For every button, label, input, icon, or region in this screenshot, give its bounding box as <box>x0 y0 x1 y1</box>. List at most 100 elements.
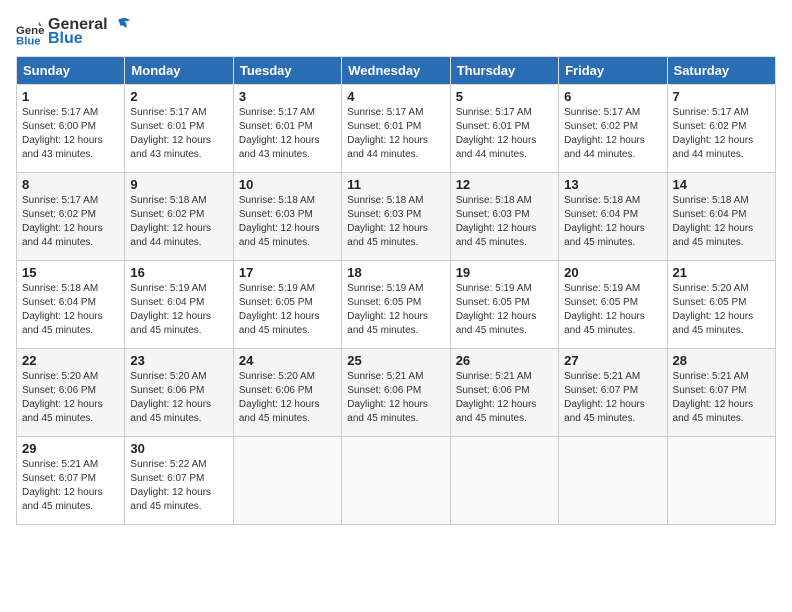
calendar-cell: 27 Sunrise: 5:21 AM Sunset: 6:07 PM Dayli… <box>559 349 667 437</box>
week-row-3: 15 Sunrise: 5:18 AM Sunset: 6:04 PM Dayli… <box>17 261 776 349</box>
weekday-header-tuesday: Tuesday <box>233 57 341 85</box>
cell-info: Sunrise: 5:17 AM Sunset: 6:02 PM Dayligh… <box>673 106 770 162</box>
cell-info: Sunrise: 5:17 AM Sunset: 6:02 PM Dayligh… <box>564 106 661 162</box>
calendar-cell <box>667 437 775 525</box>
cell-info: Sunrise: 5:21 AM Sunset: 6:07 PM Dayligh… <box>22 458 119 514</box>
cell-info: Sunrise: 5:17 AM Sunset: 6:01 PM Dayligh… <box>456 106 553 162</box>
day-number: 18 <box>347 265 444 280</box>
logo-bird-icon <box>110 16 132 34</box>
week-row-2: 8 Sunrise: 5:17 AM Sunset: 6:02 PM Daylig… <box>17 173 776 261</box>
logo: General Blue General Blue <box>16 16 132 48</box>
day-number: 14 <box>673 177 770 192</box>
calendar-cell: 8 Sunrise: 5:17 AM Sunset: 6:02 PM Daylig… <box>17 173 125 261</box>
day-number: 5 <box>456 89 553 104</box>
weekday-header-saturday: Saturday <box>667 57 775 85</box>
weekday-header-friday: Friday <box>559 57 667 85</box>
day-number: 20 <box>564 265 661 280</box>
day-number: 29 <box>22 441 119 456</box>
weekday-header-wednesday: Wednesday <box>342 57 450 85</box>
day-number: 21 <box>673 265 770 280</box>
cell-info: Sunrise: 5:19 AM Sunset: 6:05 PM Dayligh… <box>456 282 553 338</box>
cell-info: Sunrise: 5:20 AM Sunset: 6:06 PM Dayligh… <box>239 370 336 426</box>
logo-icon: General Blue <box>16 18 44 46</box>
calendar-cell: 4 Sunrise: 5:17 AM Sunset: 6:01 PM Daylig… <box>342 85 450 173</box>
cell-info: Sunrise: 5:18 AM Sunset: 6:04 PM Dayligh… <box>673 194 770 250</box>
day-number: 2 <box>130 89 227 104</box>
cell-info: Sunrise: 5:17 AM Sunset: 6:01 PM Dayligh… <box>130 106 227 162</box>
cell-info: Sunrise: 5:17 AM Sunset: 6:00 PM Dayligh… <box>22 106 119 162</box>
calendar-cell: 16 Sunrise: 5:19 AM Sunset: 6:04 PM Dayli… <box>125 261 233 349</box>
calendar-cell: 15 Sunrise: 5:18 AM Sunset: 6:04 PM Dayli… <box>17 261 125 349</box>
cell-info: Sunrise: 5:18 AM Sunset: 6:04 PM Dayligh… <box>564 194 661 250</box>
calendar-cell: 5 Sunrise: 5:17 AM Sunset: 6:01 PM Daylig… <box>450 85 558 173</box>
cell-info: Sunrise: 5:18 AM Sunset: 6:02 PM Dayligh… <box>130 194 227 250</box>
day-number: 19 <box>456 265 553 280</box>
calendar-cell: 17 Sunrise: 5:19 AM Sunset: 6:05 PM Dayli… <box>233 261 341 349</box>
calendar-cell <box>559 437 667 525</box>
calendar-cell: 21Sunrise: 5:20 AM Sunset: 6:05 PM Dayli… <box>667 261 775 349</box>
cell-info: Sunrise: 5:21 AM Sunset: 6:07 PM Dayligh… <box>564 370 661 426</box>
calendar-cell: 6 Sunrise: 5:17 AM Sunset: 6:02 PM Daylig… <box>559 85 667 173</box>
calendar-cell: 20 Sunrise: 5:19 AM Sunset: 6:05 PM Dayli… <box>559 261 667 349</box>
cell-info: Sunrise: 5:18 AM Sunset: 6:03 PM Dayligh… <box>239 194 336 250</box>
cell-info: Sunrise: 5:21 AM Sunset: 6:07 PM Dayligh… <box>673 370 770 426</box>
calendar-cell: 30 Sunrise: 5:22 AM Sunset: 6:07 PM Dayli… <box>125 437 233 525</box>
day-number: 28 <box>673 353 770 368</box>
calendar-cell: 10Sunrise: 5:18 AM Sunset: 6:03 PM Dayli… <box>233 173 341 261</box>
day-number: 4 <box>347 89 444 104</box>
cell-info: Sunrise: 5:19 AM Sunset: 6:05 PM Dayligh… <box>239 282 336 338</box>
cell-info: Sunrise: 5:17 AM Sunset: 6:02 PM Dayligh… <box>22 194 119 250</box>
day-number: 13 <box>564 177 661 192</box>
weekday-header-monday: Monday <box>125 57 233 85</box>
day-number: 1 <box>22 89 119 104</box>
calendar-cell: 18 Sunrise: 5:19 AM Sunset: 6:05 PM Dayli… <box>342 261 450 349</box>
cell-info: Sunrise: 5:18 AM Sunset: 6:04 PM Dayligh… <box>22 282 119 338</box>
day-number: 17 <box>239 265 336 280</box>
calendar-cell: 23 Sunrise: 5:20 AM Sunset: 6:06 PM Dayli… <box>125 349 233 437</box>
cell-info: Sunrise: 5:19 AM Sunset: 6:05 PM Dayligh… <box>347 282 444 338</box>
day-number: 6 <box>564 89 661 104</box>
week-row-4: 22Sunrise: 5:20 AM Sunset: 6:06 PM Dayli… <box>17 349 776 437</box>
calendar-cell: 22Sunrise: 5:20 AM Sunset: 6:06 PM Dayli… <box>17 349 125 437</box>
calendar-cell: 28 Sunrise: 5:21 AM Sunset: 6:07 PM Dayli… <box>667 349 775 437</box>
calendar-cell: 11 Sunrise: 5:18 AM Sunset: 6:03 PM Dayli… <box>342 173 450 261</box>
calendar-cell: 25 Sunrise: 5:21 AM Sunset: 6:06 PM Dayli… <box>342 349 450 437</box>
calendar-cell: 26Sunrise: 5:21 AM Sunset: 6:06 PM Dayli… <box>450 349 558 437</box>
day-number: 26 <box>456 353 553 368</box>
weekday-header-sunday: Sunday <box>17 57 125 85</box>
cell-info: Sunrise: 5:19 AM Sunset: 6:05 PM Dayligh… <box>564 282 661 338</box>
day-number: 12 <box>456 177 553 192</box>
calendar-cell: 13 Sunrise: 5:18 AM Sunset: 6:04 PM Dayli… <box>559 173 667 261</box>
cell-info: Sunrise: 5:21 AM Sunset: 6:06 PM Dayligh… <box>347 370 444 426</box>
cell-info: Sunrise: 5:17 AM Sunset: 6:01 PM Dayligh… <box>239 106 336 162</box>
calendar-cell: 29 Sunrise: 5:21 AM Sunset: 6:07 PM Dayli… <box>17 437 125 525</box>
svg-text:Blue: Blue <box>16 35 41 46</box>
cell-info: Sunrise: 5:19 AM Sunset: 6:04 PM Dayligh… <box>130 282 227 338</box>
calendar-cell: 14 Sunrise: 5:18 AM Sunset: 6:04 PM Dayli… <box>667 173 775 261</box>
day-number: 3 <box>239 89 336 104</box>
week-row-1: 1 Sunrise: 5:17 AM Sunset: 6:00 PM Daylig… <box>17 85 776 173</box>
day-number: 7 <box>673 89 770 104</box>
day-number: 15 <box>22 265 119 280</box>
header: General Blue General Blue <box>16 16 776 48</box>
weekday-header-thursday: Thursday <box>450 57 558 85</box>
calendar-cell: 7 Sunrise: 5:17 AM Sunset: 6:02 PM Daylig… <box>667 85 775 173</box>
day-number: 30 <box>130 441 227 456</box>
cell-info: Sunrise: 5:20 AM Sunset: 6:06 PM Dayligh… <box>130 370 227 426</box>
cell-info: Sunrise: 5:17 AM Sunset: 6:01 PM Dayligh… <box>347 106 444 162</box>
day-number: 16 <box>130 265 227 280</box>
cell-info: Sunrise: 5:22 AM Sunset: 6:07 PM Dayligh… <box>130 458 227 514</box>
day-number: 8 <box>22 177 119 192</box>
calendar-cell <box>342 437 450 525</box>
calendar-cell: 3 Sunrise: 5:17 AM Sunset: 6:01 PM Daylig… <box>233 85 341 173</box>
calendar-cell: 9Sunrise: 5:18 AM Sunset: 6:02 PM Daylig… <box>125 173 233 261</box>
day-number: 25 <box>347 353 444 368</box>
cell-info: Sunrise: 5:18 AM Sunset: 6:03 PM Dayligh… <box>347 194 444 250</box>
calendar-cell <box>233 437 341 525</box>
cell-info: Sunrise: 5:20 AM Sunset: 6:06 PM Dayligh… <box>22 370 119 426</box>
day-number: 27 <box>564 353 661 368</box>
cell-info: Sunrise: 5:18 AM Sunset: 6:03 PM Dayligh… <box>456 194 553 250</box>
day-number: 23 <box>130 353 227 368</box>
day-number: 11 <box>347 177 444 192</box>
day-number: 24 <box>239 353 336 368</box>
